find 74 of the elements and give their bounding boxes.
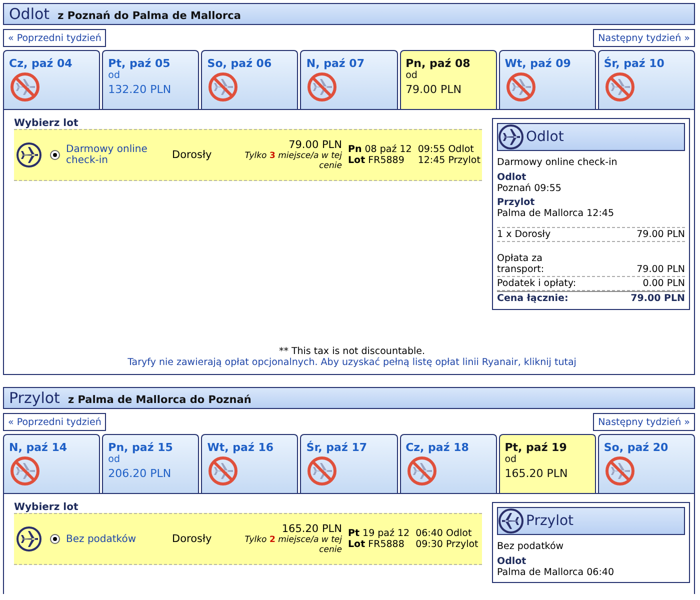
flight-price: 165.20 PLN	[282, 523, 342, 535]
radio-button[interactable]	[50, 534, 60, 544]
no-flight-icon	[9, 455, 41, 487]
arrival-time: 09:30 Przylot	[416, 539, 478, 550]
passenger-type: Dorosły	[172, 149, 213, 161]
no-flight-icon	[504, 71, 537, 103]
flight-date: Pn 08 paź 12	[348, 144, 412, 155]
no-flight-icon	[9, 71, 41, 103]
passenger-type: Dorosły	[172, 533, 213, 545]
no-flight-icon	[406, 455, 438, 487]
choose-flight-label: Wybierz lot	[14, 118, 80, 129]
plane-icon	[16, 526, 42, 552]
previous-week-button[interactable]: « Poprzedni tydzień	[3, 29, 106, 47]
fees-link[interactable]: Taryfy nie zawierają opłat opcjonalnych. Aby uzyskać pełną listę opłat linii Ryanair, kliknij tutaj	[128, 357, 576, 368]
flight-price: 79.00 PLN	[288, 139, 342, 151]
section-title: Przylot	[9, 388, 60, 408]
departure-time: 09:55 Odlot	[418, 144, 475, 155]
day-tab[interactable]: Wt, paź 09	[498, 50, 596, 109]
leg-value: Palma de Mallorca 12:45	[497, 208, 616, 219]
no-flight-icon	[604, 71, 636, 103]
day-tab[interactable]: Śr, paź 10	[598, 50, 695, 109]
flight-number: Lot FR5889	[348, 155, 406, 166]
price-amount: 79.00 PLN	[630, 293, 685, 304]
fare-link[interactable]: Bez podatków	[66, 534, 166, 544]
day-tab[interactable]: Pt, paź 19 od 165.20 PLN	[498, 434, 596, 493]
arrival-time: 12:45 Przylot	[418, 155, 480, 166]
day-tab[interactable]: Wt, paź 16	[201, 434, 298, 493]
section-title: Odlot	[9, 4, 50, 24]
leg-value: Palma de Mallorca 06:40	[497, 567, 616, 578]
fare-name: Bez podatków	[497, 541, 565, 552]
leg-value: Poznań 09:55	[497, 183, 562, 194]
price-label: Cena łącznie:	[497, 293, 568, 304]
summary-title: Odlot	[526, 129, 564, 145]
day-tab[interactable]: N, paź 14	[3, 434, 100, 493]
next-week-button[interactable]: Następny tydzień »	[593, 29, 695, 47]
day-tab[interactable]: Cz, paź 04	[3, 50, 100, 109]
availability-note: Tylko 3 miejsce/a w tej cenie	[244, 151, 342, 171]
no-flight-icon	[207, 71, 240, 103]
no-flight-icon	[207, 455, 240, 487]
day-tab[interactable]: Pn, paź 15 od 206.20 PLN	[102, 434, 200, 493]
price-amount: 0.00 PLN	[642, 278, 685, 289]
price-label: 1 x Dorosły	[497, 229, 551, 240]
day-tab[interactable]: Pt, paź 05 od 132.20 PLN	[102, 50, 200, 109]
plane-icon	[16, 142, 42, 168]
leg-label: Odlot	[497, 556, 528, 567]
next-week-button[interactable]: Następny tydzień »	[593, 413, 695, 431]
price-label: Podatek i opłaty:	[497, 278, 577, 289]
day-tab[interactable]: Śr, paź 17	[300, 434, 398, 493]
day-tab[interactable]: So, paź 20	[598, 434, 695, 493]
price-amount: 79.00 PLN	[636, 264, 685, 275]
price-amount: 79.00 PLN	[636, 229, 685, 240]
leg-label: Odlot	[497, 172, 528, 183]
price-label: Opłata za transport:	[497, 253, 546, 275]
fare-name: Darmowy online check-in	[497, 157, 618, 168]
no-flight-icon	[306, 455, 338, 487]
no-flight-icon	[306, 71, 338, 103]
route-text: z Palma de Mallorca do Poznań	[68, 394, 252, 406]
departure-time: 06:40 Odlot	[416, 528, 473, 539]
tax-note: ** This tax is not discountable.	[278, 346, 426, 357]
flight-number: Lot FR5888	[348, 539, 406, 550]
summary-title: Przylot	[526, 513, 574, 529]
day-tab[interactable]: Pn, paź 08 od 79.00 PLN	[400, 50, 497, 109]
flight-date: Pt 19 paź 12	[348, 528, 410, 539]
fare-link[interactable]: Darmowy online check-in	[66, 144, 166, 166]
radio-button[interactable]	[50, 150, 60, 160]
day-tab[interactable]: N, paź 07	[300, 50, 398, 109]
previous-week-button[interactable]: « Poprzedni tydzień	[3, 413, 106, 431]
leg-label: Przylot	[497, 197, 536, 208]
choose-flight-label: Wybierz lot	[14, 502, 80, 513]
no-flight-icon	[604, 455, 636, 487]
route-text: z Poznań do Palma de Mallorca	[58, 10, 241, 22]
day-tab[interactable]: So, paź 06	[201, 50, 298, 109]
availability-note: Tylko 2 miejsce/a w tej cenie	[244, 535, 342, 555]
day-tab[interactable]: Cz, paź 18	[400, 434, 497, 493]
